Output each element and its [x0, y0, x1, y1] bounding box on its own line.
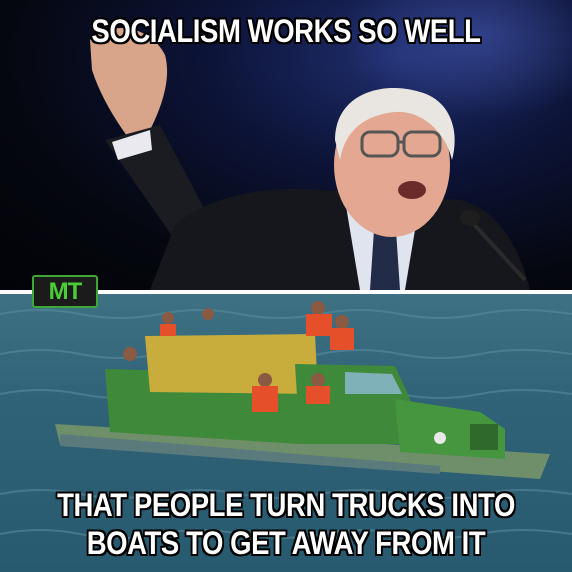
mt-logo: MT	[32, 275, 98, 308]
bottom-caption-line-2: BOATS TO GET AWAY FROM IT	[86, 525, 486, 561]
top-caption: SOCIALISM WORKS SO WELL	[91, 13, 481, 49]
truck-headlight	[434, 432, 446, 444]
mt-logo-text: MT	[48, 277, 83, 305]
open-mouth	[398, 181, 426, 199]
bottom-caption-line-1: THAT PEOPLE TURN TRUCKS INTO	[57, 487, 515, 523]
meme-image: MT SOCIALISM WORKS SO WELL THAT PEOPLE T…	[0, 0, 572, 572]
bottom-caption: THAT PEOPLE TURN TRUCKS INTO BOATS TO GE…	[40, 486, 532, 562]
microphone-head	[460, 210, 480, 226]
yellow-tarp	[145, 334, 318, 394]
suit-jacket	[150, 188, 530, 290]
truck-grille	[470, 424, 498, 450]
